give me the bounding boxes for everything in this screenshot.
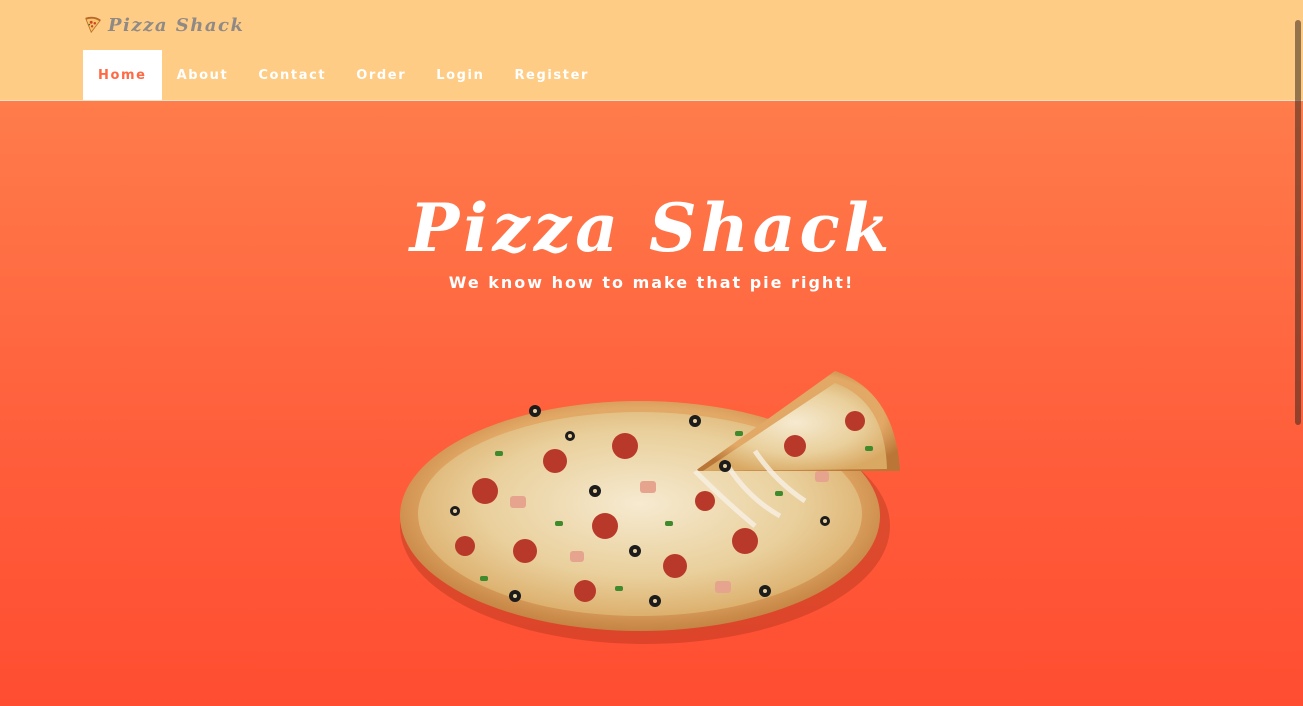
main-nav: Home About Contact Order Login Register — [83, 50, 604, 100]
brand-name: Pizza Shack — [108, 14, 245, 36]
page: Pizza Shack Home About Contact Order Log… — [0, 0, 1303, 706]
hero-title: Pizza Shack — [409, 189, 894, 267]
hero-subtitle: We know how to make that pie right! — [448, 273, 855, 292]
navbar: Pizza Shack Home About Contact Order Log… — [0, 0, 1303, 101]
nav-item-login[interactable]: Login — [421, 50, 499, 100]
brand-link[interactable]: Pizza Shack — [84, 12, 244, 38]
scrollbar-thumb[interactable] — [1295, 20, 1301, 425]
pizza-slice-icon — [85, 16, 101, 34]
nav-item-about[interactable]: About — [162, 50, 244, 100]
page-scrollbar[interactable] — [1293, 0, 1303, 706]
nav-item-order[interactable]: Order — [341, 50, 421, 100]
hero-section: Pizza Shack We know how to make that pie… — [0, 101, 1303, 706]
nav-item-register[interactable]: Register — [499, 50, 604, 100]
nav-item-home[interactable]: Home — [83, 50, 162, 100]
nav-item-contact[interactable]: Contact — [243, 50, 341, 100]
pizza-image — [400, 371, 900, 644]
